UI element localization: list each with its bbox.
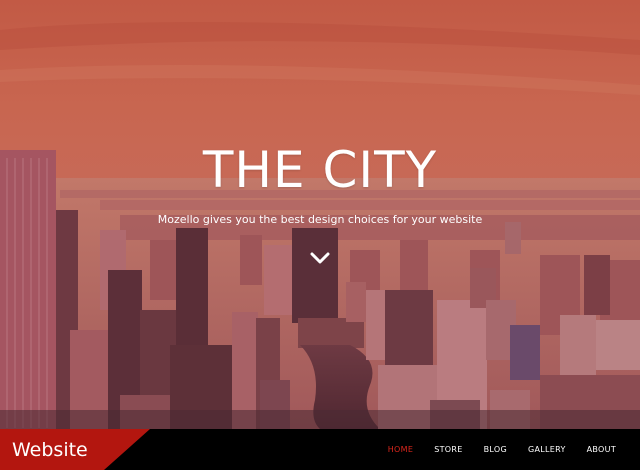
hero-subtitle: Mozello gives you the best design choice… xyxy=(157,213,483,226)
hero-title: THE CITY xyxy=(202,141,438,199)
nav-item-home[interactable]: HOME xyxy=(388,445,413,454)
brand-logo[interactable]: Website xyxy=(0,429,150,470)
nav-item-gallery[interactable]: GALLERY xyxy=(528,445,566,454)
brand-name: Website xyxy=(12,439,88,461)
scroll-down-button[interactable] xyxy=(306,244,334,272)
hero-section: THE CITY Mozello gives you the best desi… xyxy=(0,0,640,429)
page: THE CITY Mozello gives you the best desi… xyxy=(0,0,640,470)
main-nav: HOME STORE BLOG GALLERY ABOUT xyxy=(367,429,616,470)
chevron-down-icon xyxy=(310,252,330,264)
nav-item-store[interactable]: STORE xyxy=(434,445,462,454)
nav-item-about[interactable]: ABOUT xyxy=(587,445,616,454)
nav-item-blog[interactable]: BLOG xyxy=(484,445,507,454)
navigation-bar: Website HOME STORE BLOG GALLERY ABOUT xyxy=(0,429,640,470)
